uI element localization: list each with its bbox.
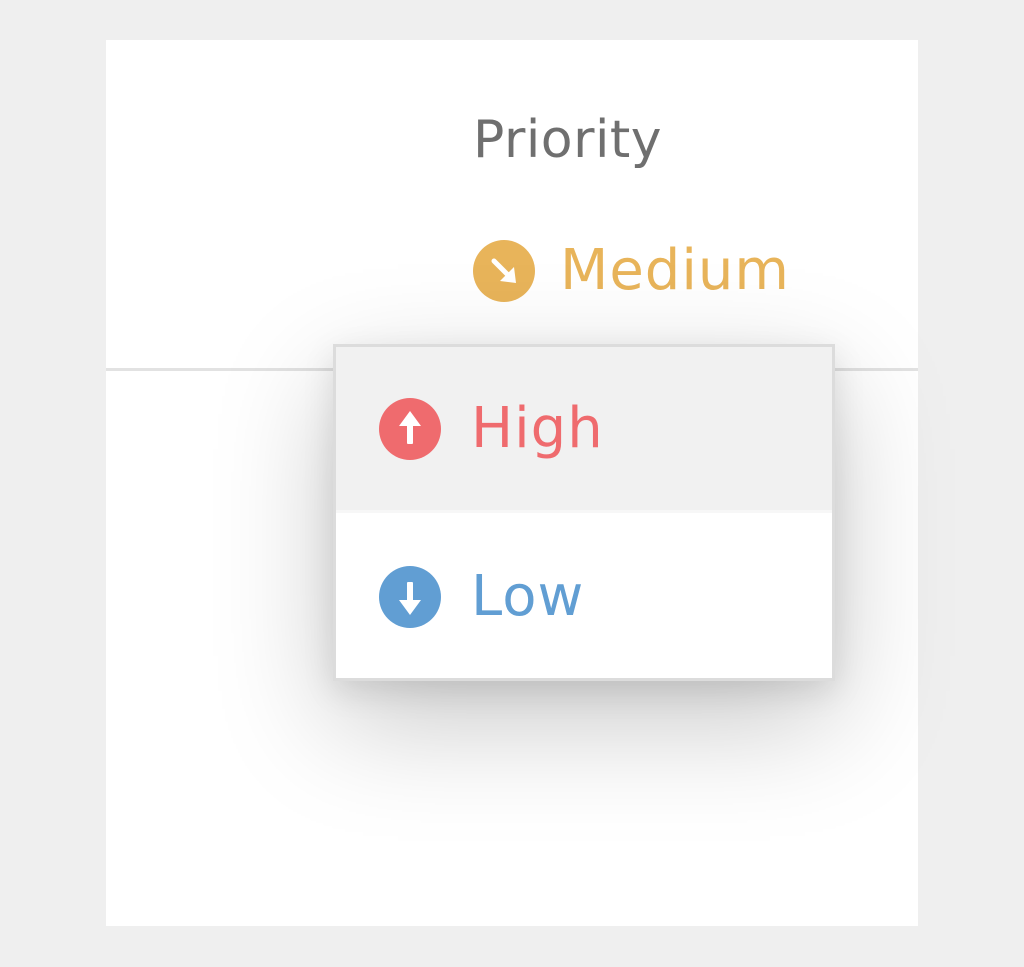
arrow-down-right-circle-icon <box>473 240 535 302</box>
priority-column-header: Priority <box>473 110 663 170</box>
priority-selected-label: Medium <box>560 238 790 303</box>
priority-dropdown-menu: High Low <box>333 344 835 681</box>
arrow-up-circle-icon <box>379 397 441 460</box>
priority-option-label: Low <box>471 564 585 629</box>
priority-option-low[interactable]: Low <box>336 516 832 678</box>
arrow-down-circle-icon <box>379 566 441 628</box>
priority-option-high[interactable]: High <box>336 347 832 513</box>
priority-select-current[interactable]: Medium <box>473 239 790 303</box>
priority-option-label: High <box>471 395 604 461</box>
